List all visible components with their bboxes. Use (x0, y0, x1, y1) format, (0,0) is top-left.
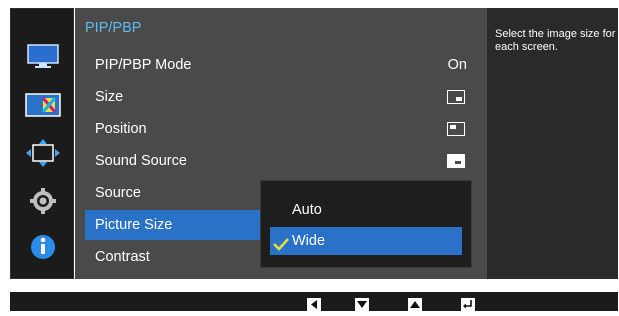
menu-title: PIP/PBP (85, 20, 142, 36)
monitor-icon[interactable] (24, 43, 62, 71)
down-arrow-icon[interactable] (355, 298, 369, 311)
menu-item-position[interactable]: Position (85, 114, 477, 144)
menu-item-sound-source[interactable]: Sound Source (85, 146, 477, 176)
position-icon (447, 122, 465, 136)
menu-item-picture-size[interactable]: Picture Size (85, 210, 271, 240)
size-icon (447, 90, 465, 104)
bottom-button-bar (10, 292, 618, 311)
settings-icon[interactable] (24, 187, 62, 215)
enter-icon[interactable] (461, 298, 475, 311)
information-icon[interactable] (24, 233, 62, 261)
option-label: Wide (292, 233, 326, 249)
checkmark-icon (273, 233, 289, 251)
menu-item-label: Source (95, 185, 141, 201)
menu-item-value: On (447, 57, 467, 73)
option-wide[interactable]: Wide (270, 227, 462, 255)
picture-size-dropdown: Auto Wide (260, 180, 472, 268)
menu-item-label: Size (95, 89, 124, 105)
menu-item-label: Sound Source (95, 153, 187, 169)
color-icon[interactable] (24, 91, 62, 119)
up-arrow-icon[interactable] (408, 298, 422, 311)
size-position-icon[interactable] (24, 139, 62, 167)
sidebar (10, 8, 74, 279)
menu-item-label: Contrast (95, 249, 150, 265)
menu-item-pip-pbp-mode[interactable]: PIP/PBP Mode On (85, 50, 477, 80)
osd-window: PIP/PBP PIP/PBP Mode On Size Position So… (10, 8, 618, 279)
menu-item-label: PIP/PBP Mode (95, 57, 192, 73)
menu-item-size[interactable]: Size (85, 82, 477, 112)
option-label: Auto (292, 202, 322, 218)
menu-item-label: Picture Size (95, 217, 173, 233)
option-auto[interactable]: Auto (270, 196, 462, 224)
menu-item-label: Position (95, 121, 147, 137)
left-arrow-icon[interactable] (307, 298, 321, 311)
sound-source-icon (447, 154, 465, 168)
help-text: Select the image size for each screen. (487, 8, 618, 279)
